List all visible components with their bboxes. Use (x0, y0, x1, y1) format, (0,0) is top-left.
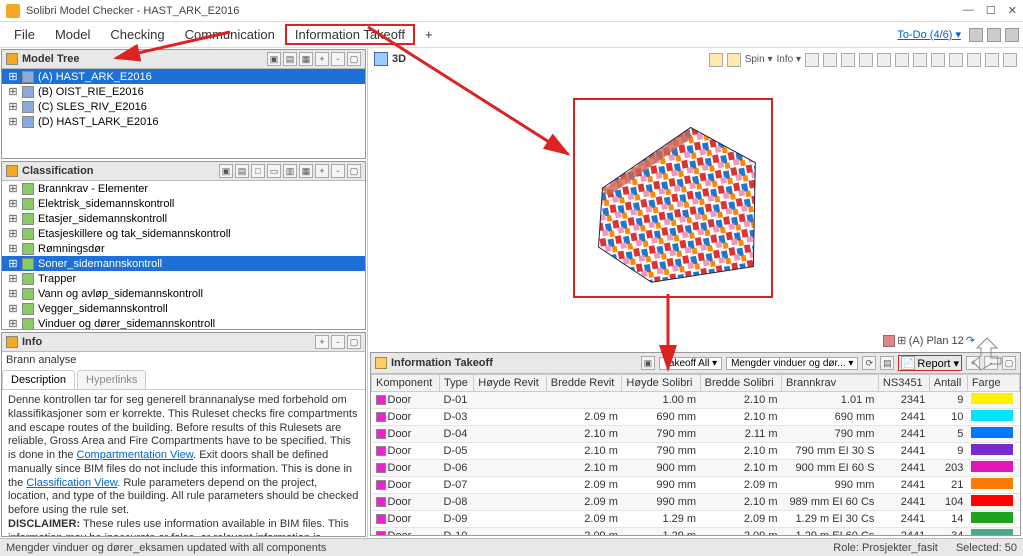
table-header[interactable]: Antall (929, 375, 967, 392)
minimize-button[interactable]: — (963, 4, 974, 17)
3d-viewport[interactable]: 3D Spin ▾ Info ▾ (368, 48, 1023, 352)
classification-item[interactable]: ⊞Etasjer_sidemannskontroll (2, 211, 365, 226)
compartmentation-view-link[interactable]: Compartmentation View (77, 449, 194, 461)
info-tabs: Description Hyperlinks (2, 370, 365, 390)
table-row[interactable]: DoorD-011.00 m2.10 m1.01 m23419 (372, 392, 1020, 409)
classification-item[interactable]: ⊞Etasjeskillere og tak_sidemannskontroll (2, 226, 365, 241)
takeoff-tool-icon[interactable]: ▤ (880, 356, 894, 370)
classification-panel: Classification ▣▤ □▭ ▥▦ +- ▢ ⊞Brannkrav … (1, 161, 366, 330)
classification-item[interactable]: ⊞Elektrisk_sidemannskontroll (2, 196, 365, 211)
info-subtitle: Brann analyse (2, 352, 365, 366)
table-row[interactable]: DoorD-032.09 m690 mm2.10 m690 mm244110 (372, 409, 1020, 426)
classification-view-link[interactable]: Classification View (26, 477, 117, 489)
tree-tool-icon[interactable]: ▣ (267, 52, 281, 66)
classification-item[interactable]: ⊞Vinduer og dører_sidemannskontroll (2, 316, 365, 329)
plan-compass-icon[interactable] (957, 334, 1017, 377)
report-dropdown[interactable]: Report ▾ (917, 357, 959, 370)
menu-model[interactable]: Model (45, 24, 100, 45)
classification-item[interactable]: ⊞Vann og avløp_sidemannskontroll (2, 286, 365, 301)
classification-item[interactable]: ⊞Vegger_sidemannskontroll (2, 301, 365, 316)
classification-item[interactable]: ⊞Rømningsdør (2, 241, 365, 256)
panel-icon (6, 165, 18, 177)
status-role: Role: Prosjekter_fasit (833, 542, 938, 554)
takeoff-scope-icon[interactable]: ▣ (641, 356, 655, 370)
tree-tool-icon[interactable]: ▢ (347, 52, 361, 66)
window-title: Solibri Model Checker - HAST_ARK_E2016 (26, 5, 963, 17)
tab-description[interactable]: Description (2, 370, 75, 389)
class-tool-icon[interactable]: ▢ (347, 164, 361, 178)
panel-title: Information Takeoff (391, 357, 493, 369)
table-row[interactable]: DoorD-092.09 m1.29 m2.09 m1.29 m EI 30 C… (372, 511, 1020, 528)
table-header[interactable]: Brannkrav (782, 375, 879, 392)
information-takeoff-panel: Information Takeoff ▣ Takeoff All ▾ Meng… (370, 352, 1021, 536)
table-row[interactable]: DoorD-052.10 m790 mm2.10 m790 mm EI 30 S… (372, 443, 1020, 460)
model-tree-item[interactable]: ⊞(A) HAST_ARK_E2016 (2, 69, 365, 84)
info-description: Denne kontrollen tar for seg generell br… (2, 390, 365, 536)
class-tool-icon[interactable]: □ (251, 164, 265, 178)
tree-tool-icon[interactable]: + (315, 52, 329, 66)
model-tree-item[interactable]: ⊞(C) SLES_RIV_E2016 (2, 99, 365, 114)
takeoff-tool-icon[interactable]: ⟳ (862, 356, 876, 370)
table-header[interactable]: Farge (967, 375, 1019, 392)
info-panel: Info + - ▢ Brann analyse Description Hyp… (1, 332, 366, 537)
right-pane: 3D Spin ▾ Info ▾ (368, 48, 1023, 538)
class-tool-icon[interactable]: ▤ (235, 164, 249, 178)
table-header[interactable]: NS3451 (878, 375, 929, 392)
panel-icon (6, 336, 18, 348)
left-pane: Model Tree ▣ ▤ ▦ + - ▢ ⊞(A) HAST_ARK_E20… (0, 48, 368, 538)
table-row[interactable]: DoorD-062.10 m900 mm2.10 m900 mm EI 60 S… (372, 460, 1020, 477)
table-header[interactable]: Høyde Revit (474, 375, 546, 392)
class-tool-icon[interactable]: ▥ (283, 164, 297, 178)
tree-tool-icon[interactable]: - (331, 52, 345, 66)
title-bar: Solibri Model Checker - HAST_ARK_E2016 —… (0, 0, 1023, 22)
tree-tool-icon[interactable]: ▦ (299, 52, 313, 66)
tool-icon[interactable] (987, 28, 1001, 42)
model-tree-item[interactable]: ⊞(D) HAST_LARK_E2016 (2, 114, 365, 129)
table-header[interactable]: Type (440, 375, 474, 392)
close-button[interactable]: ✕ (1008, 4, 1017, 17)
class-tool-icon[interactable]: ▭ (267, 164, 281, 178)
table-header[interactable]: Høyde Solibri (622, 375, 700, 392)
status-message: Mengder vinduer og dører_eksamen updated… (6, 542, 326, 554)
class-tool-icon[interactable]: ▦ (299, 164, 313, 178)
table-row[interactable]: DoorD-042.10 m790 mm2.11 m790 mm24415 (372, 426, 1020, 443)
app-icon (6, 4, 20, 18)
tree-tool-icon[interactable]: ▤ (283, 52, 297, 66)
class-tool-icon[interactable]: + (315, 164, 329, 178)
classification-item[interactable]: ⊞Brannkrav - Elementer (2, 181, 365, 196)
classification-item[interactable]: ⊞Trapper (2, 271, 365, 286)
takeoff-definition-dropdown[interactable]: Mengder vinduer og dør... ▾ (726, 357, 858, 370)
classification-item[interactable]: ⊞Soner_sidemannskontroll (2, 256, 365, 271)
status-selected: Selected: 50 (956, 542, 1017, 554)
model-tree-item[interactable]: ⊞(B) OIST_RIE_E2016 (2, 84, 365, 99)
table-row[interactable]: DoorD-072.09 m990 mm2.09 m990 mm244121 (372, 477, 1020, 494)
status-bar: Mengder vinduer og dører_eksamen updated… (0, 538, 1023, 556)
table-header[interactable]: Bredde Revit (546, 375, 622, 392)
window-controls: — ☐ ✕ (963, 4, 1017, 17)
info-tool-icon[interactable]: + (315, 335, 329, 349)
panel-title: Classification (22, 165, 219, 177)
class-tool-icon[interactable]: ▣ (219, 164, 233, 178)
table-header[interactable]: Bredde Solibri (700, 375, 781, 392)
table-row[interactable]: DoorD-082.09 m990 mm2.10 m989 mm EI 60 C… (372, 494, 1020, 511)
class-tool-icon[interactable]: - (331, 164, 345, 178)
panel-icon (375, 357, 387, 369)
info-tool-icon[interactable]: ▢ (347, 335, 361, 349)
table-row[interactable]: DoorD-102.09 m1.29 m2.09 m1.29 m EI 60 C… (372, 528, 1020, 536)
vp-tool-icon[interactable] (1003, 53, 1017, 67)
menu-file[interactable]: File (4, 24, 45, 45)
tool-icon[interactable] (1005, 28, 1019, 42)
takeoff-table: KomponentTypeHøyde RevitBredde RevitHøyd… (371, 374, 1020, 535)
info-tool-icon[interactable]: - (331, 335, 345, 349)
table-header[interactable]: Komponent (372, 375, 440, 392)
tab-hyperlinks[interactable]: Hyperlinks (77, 370, 146, 389)
maximize-button[interactable]: ☐ (986, 4, 996, 17)
panel-icon (6, 53, 18, 65)
report-icon[interactable]: 📄 (901, 356, 915, 370)
panel-title: Info (22, 336, 315, 348)
